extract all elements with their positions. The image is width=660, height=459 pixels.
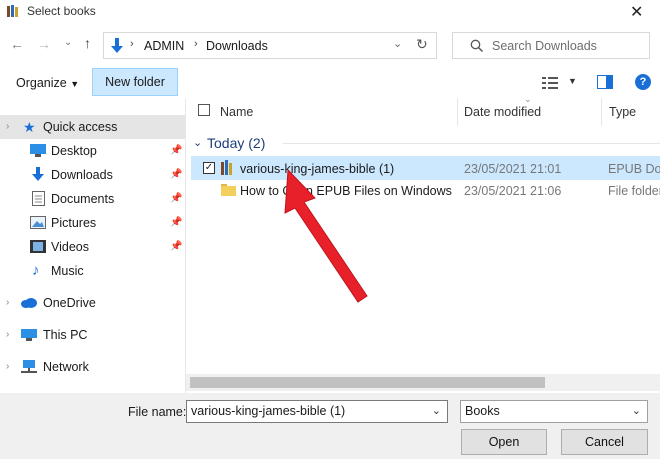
sort-indicator-icon: ⌄ <box>524 94 532 104</box>
preview-pane-icon[interactable] <box>597 75 613 89</box>
annotation-arrow <box>284 168 368 303</box>
pin-icon: 📌 <box>170 217 183 228</box>
group-header[interactable]: Today (2) <box>207 135 265 151</box>
address-bar[interactable]: › ADMIN › Downloads ⌄ ↻ <box>103 32 437 59</box>
file-date: 23/05/2021 21:01 <box>464 162 562 176</box>
sidebar-item-label: OneDrive <box>43 296 96 310</box>
file-date: 23/05/2021 21:06 <box>464 184 562 198</box>
pin-icon: 📌 <box>170 145 183 156</box>
network-icon <box>21 360 37 373</box>
sidebar-item-label: Network <box>43 360 89 374</box>
sidebar-item-label: Videos <box>51 240 89 254</box>
sidebar-item-desktop[interactable]: Desktop 📌 <box>0 139 185 163</box>
download-arrow-icon <box>111 38 123 53</box>
pin-icon: 📌 <box>170 193 183 204</box>
window-title: Select books <box>27 4 96 18</box>
desktop-icon <box>30 144 46 157</box>
download-arrow-icon <box>32 167 44 181</box>
help-button[interactable]: ? <box>635 74 651 90</box>
sidebar-item-quick-access[interactable]: › ★ Quick access <box>0 115 185 139</box>
pin-icon: 📌 <box>170 169 183 180</box>
sidebar-item-label: Music <box>51 264 84 278</box>
select-all-checkbox[interactable] <box>198 104 210 116</box>
music-note-icon: ♪ <box>32 262 40 279</box>
sidebar-item-downloads[interactable]: Downloads 📌 <box>0 163 185 187</box>
star-icon: ★ <box>23 119 36 135</box>
breadcrumb-item-admin[interactable]: ADMIN <box>144 39 184 53</box>
back-arrow-icon[interactable]: ← <box>10 36 24 52</box>
pin-icon: 📌 <box>170 241 183 252</box>
chevron-right-icon: › <box>6 121 10 132</box>
group-collapse-icon[interactable]: ⌄ <box>193 136 202 149</box>
cancel-button[interactable]: Cancel <box>561 429 648 455</box>
column-header-date[interactable]: Date modified <box>464 105 541 119</box>
sidebar-item-this-pc[interactable]: › This PC <box>0 323 185 347</box>
recent-dropdown-icon[interactable]: ⌄ <box>64 37 72 48</box>
column-divider[interactable] <box>601 98 602 126</box>
breadcrumb-item-downloads[interactable]: Downloads <box>206 39 268 53</box>
sidebar-item-label: Desktop <box>51 144 97 158</box>
sidebar-item-videos[interactable]: Videos 📌 <box>0 235 185 259</box>
column-header-name[interactable]: Name <box>220 105 253 119</box>
file-type-value: Books <box>465 404 500 418</box>
file-type-select[interactable]: Books ⌄ <box>460 400 648 423</box>
videos-icon <box>30 240 46 253</box>
document-icon <box>32 191 45 206</box>
cloud-icon <box>21 298 37 308</box>
breadcrumb-separator-icon: › <box>130 38 134 50</box>
sidebar-item-documents[interactable]: Documents 📌 <box>0 187 185 211</box>
sidebar-item-label: Documents <box>51 192 115 206</box>
computer-icon <box>21 329 37 341</box>
chevron-down-icon[interactable]: ⌄ <box>632 401 641 422</box>
sidebar-item-label: Quick access <box>43 120 118 134</box>
file-type: EPUB Doc <box>608 162 660 176</box>
search-icon <box>470 39 484 53</box>
file-name-label: File name: <box>128 405 187 419</box>
open-button[interactable]: Open <box>461 429 547 455</box>
new-folder-button[interactable]: New folder <box>92 68 178 96</box>
column-divider[interactable] <box>457 98 458 126</box>
books-icon <box>221 160 232 175</box>
horizontal-scrollbar[interactable] <box>186 374 660 391</box>
sidebar-item-onedrive[interactable]: › OneDrive <box>0 291 185 315</box>
chevron-right-icon: › <box>6 297 10 308</box>
pane-divider[interactable] <box>185 98 186 393</box>
forward-arrow-icon[interactable]: → <box>37 36 51 52</box>
sidebar-item-label: Downloads <box>51 168 113 182</box>
chevron-right-icon: › <box>6 329 10 340</box>
sidebar-item-network[interactable]: › Network <box>0 355 185 379</box>
view-dropdown-icon[interactable]: ▼ <box>568 76 577 86</box>
chevron-down-icon[interactable]: ⌄ <box>432 401 441 422</box>
file-name-input[interactable]: various-king-james-bible (1) ⌄ <box>186 400 448 423</box>
chevron-right-icon: › <box>6 361 10 372</box>
caret-down-icon: ▼ <box>70 79 80 89</box>
address-dropdown-icon[interactable]: ⌄ <box>393 37 402 50</box>
title-bar: Select books ✕ <box>0 0 660 24</box>
sidebar-item-label: Pictures <box>51 216 97 230</box>
books-icon <box>7 5 18 17</box>
column-header-type[interactable]: Type <box>609 105 636 119</box>
breadcrumb-separator-icon: › <box>194 38 198 50</box>
file-name-value: various-king-james-bible (1) <box>191 404 346 418</box>
refresh-icon[interactable]: ↻ <box>416 36 428 53</box>
search-input[interactable]: Search Downloads <box>452 32 650 59</box>
sidebar-item-label: This PC <box>43 328 88 342</box>
file-type: File folder <box>608 184 660 198</box>
close-button[interactable]: ✕ <box>630 2 643 22</box>
organize-button[interactable]: Organize ▼ <box>16 76 79 90</box>
row-checkbox[interactable]: ✓ <box>203 162 215 174</box>
sidebar-item-pictures[interactable]: Pictures 📌 <box>0 211 185 235</box>
sidebar-item-music[interactable]: ♪ Music <box>0 259 185 283</box>
search-placeholder: Search Downloads <box>492 39 597 53</box>
pictures-icon <box>30 216 46 229</box>
up-arrow-icon[interactable]: ↑ <box>84 35 91 51</box>
organize-label: Organize <box>16 76 67 90</box>
folder-icon <box>221 184 236 196</box>
view-options-icon[interactable] <box>542 76 560 89</box>
scrollbar-thumb[interactable] <box>190 377 545 388</box>
group-divider <box>283 143 660 144</box>
